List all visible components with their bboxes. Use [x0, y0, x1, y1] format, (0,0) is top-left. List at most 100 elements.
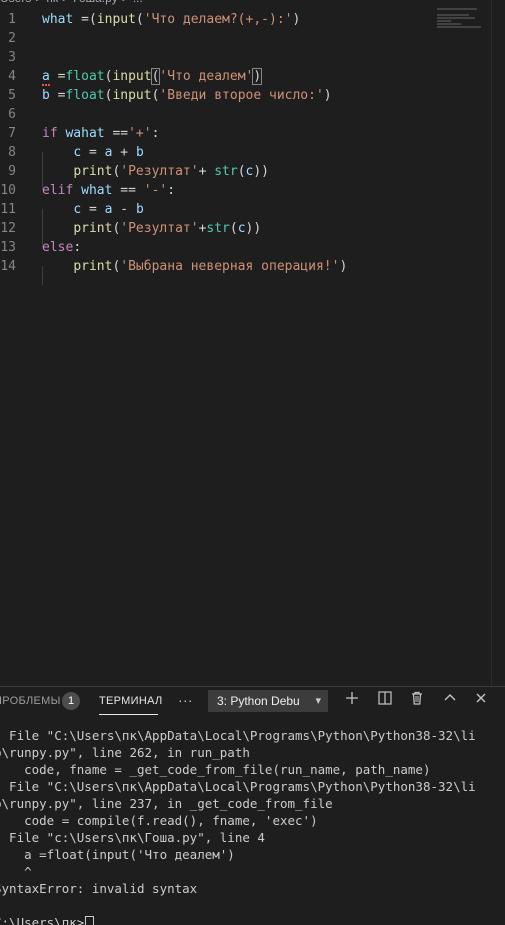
- code-token: input: [112, 69, 152, 84]
- code-text: else:: [42, 238, 81, 257]
- code-token: +: [198, 164, 215, 179]
- code-line[interactable]: 5 b =float(input('Введи второе число:'): [0, 86, 505, 105]
- code-token: :: [167, 183, 176, 198]
- terminal-select[interactable]: 3: Python Debu ▾: [208, 690, 328, 712]
- close-icon[interactable]: [471, 691, 491, 711]
- code-editor[interactable]: 1 what =(input('Что делаем?(+,-):') 2 3 4 a =…: [0, 0, 505, 686]
- code-token: input: [112, 88, 152, 103]
- tab-problems[interactable]: ПРОБЛЕМЫ: [0, 695, 61, 707]
- code-token: ): [339, 259, 348, 274]
- code-line[interactable]: 2: [0, 29, 505, 48]
- code-token: :: [151, 126, 160, 141]
- terminal-line: code, fname = _get_code_from_file(run_na…: [0, 762, 431, 777]
- trash-icon[interactable]: [407, 691, 427, 711]
- plus-icon[interactable]: [342, 691, 362, 711]
- code-line[interactable]: 1 what =(input('Что делаем?(+,-):'): [0, 10, 505, 29]
- code-token: -: [112, 202, 136, 217]
- code-token: c: [237, 221, 246, 236]
- line-number: 10: [0, 183, 16, 198]
- code-token: str: [206, 221, 230, 236]
- code-token: 'Что делаем?(+,-):': [143, 12, 293, 27]
- code-token: ==: [112, 183, 144, 198]
- terminal-line: File "c:\Users\пк\Гоша.py", line 4: [0, 830, 265, 845]
- code-line[interactable]: 11 c = a - b: [0, 200, 505, 219]
- code-token: =: [49, 69, 66, 84]
- terminal-select-value: 3: Python Debu: [217, 694, 300, 708]
- line-number: 4: [8, 69, 16, 84]
- terminal-line: a =float(input('Что деалем'): [0, 847, 235, 862]
- code-token: print: [73, 259, 113, 274]
- chevron-up-icon[interactable]: [440, 691, 460, 711]
- terminal-line: File "C:\Users\пк\AppData\Local\Programs…: [0, 779, 476, 794]
- terminal-output[interactable]: File "C:\Users\пк\AppData\Local\Programs…: [0, 727, 505, 925]
- code-text: elif what == '-':: [42, 181, 175, 200]
- problems-count-badge: 1: [62, 692, 80, 710]
- code-line[interactable]: 10 elif what == '-':: [0, 181, 505, 200]
- split-icon[interactable]: [375, 691, 395, 711]
- code-line[interactable]: 14 print('Выбрана неверная операция!'): [0, 257, 505, 276]
- code-token: :: [73, 240, 82, 255]
- code-text: c = a + b: [42, 143, 143, 162]
- code-token: a: [42, 69, 50, 86]
- code-line[interactable]: 12 print('Резултат'+str(c)): [0, 219, 505, 238]
- code-token: c: [73, 202, 82, 217]
- code-token: if: [42, 126, 58, 141]
- line-number: 1: [8, 12, 16, 27]
- code-token: b: [135, 202, 144, 217]
- code-line[interactable]: 4 a =float(input('Что деалем'): [0, 67, 505, 86]
- code-token: 'Резултат': [120, 221, 199, 236]
- more-actions-icon[interactable]: ···: [178, 692, 193, 708]
- code-text: what =(input('Что делаем?(+,-):'): [42, 10, 300, 29]
- line-number: 2: [8, 31, 16, 46]
- code-line[interactable]: 9 print('Резултат'+ str(c)): [0, 162, 505, 181]
- code-token: elif: [42, 183, 74, 198]
- code-token: '-': [143, 183, 168, 198]
- code-token: what: [42, 12, 74, 27]
- code-token: )): [253, 164, 270, 179]
- code-text: if wahat =='+':: [42, 124, 159, 143]
- code-token: =: [81, 202, 105, 217]
- code-line[interactable]: 3: [0, 48, 505, 67]
- line-number: 13: [0, 240, 16, 255]
- code-token: =: [49, 88, 66, 103]
- code-text: b =float(input('Введи второе число:'): [42, 86, 332, 105]
- code-line[interactable]: 8 c = a + b: [0, 143, 505, 162]
- code-token: 'Введи второе число:': [159, 88, 324, 103]
- code-text: print('Выбрана неверная операция!'): [42, 257, 347, 276]
- code-token: 'Что деалем': [159, 69, 254, 84]
- terminal-line: b\runpy.py", line 237, in _get_code_from…: [0, 796, 333, 811]
- code-token: else: [42, 240, 74, 255]
- code-token: )): [245, 221, 262, 236]
- line-number: 8: [8, 145, 16, 160]
- line-number: 3: [8, 50, 16, 65]
- panel-tabs: ПРОБЛЕМЫ 1 ТЕРМИНАЛ ··· 3: Python Debu ▾: [0, 687, 505, 717]
- line-number: 5: [8, 88, 16, 103]
- code-token: 'Выбрана неверная операция!': [120, 259, 340, 274]
- terminal-line: code = compile(f.read(), fname, 'exec'): [0, 813, 318, 828]
- code-text: print('Резултат'+str(c)): [42, 219, 261, 238]
- code-token: '+': [128, 126, 152, 141]
- code-token: input: [96, 12, 136, 27]
- code-token: c: [73, 145, 82, 160]
- line-number: 9: [8, 164, 16, 179]
- line-number: 11: [0, 202, 16, 217]
- chevron-down-icon: ▾: [315, 695, 321, 707]
- line-number: 14: [0, 259, 16, 274]
- code-token: what: [81, 183, 113, 198]
- code-token: =: [81, 145, 105, 160]
- code-line[interactable]: 7 if wahat =='+':: [0, 124, 505, 143]
- code-token: ): [292, 12, 301, 27]
- line-number: 6: [8, 107, 16, 122]
- code-token: (: [229, 221, 238, 236]
- code-token: (: [237, 164, 246, 179]
- code-line[interactable]: 6: [0, 105, 505, 124]
- line-number: 12: [0, 221, 16, 236]
- code-line[interactable]: 13 else:: [0, 238, 505, 257]
- code-text: a =float(input('Что деалем'): [42, 67, 263, 86]
- tab-terminal[interactable]: ТЕРМИНАЛ: [99, 695, 162, 707]
